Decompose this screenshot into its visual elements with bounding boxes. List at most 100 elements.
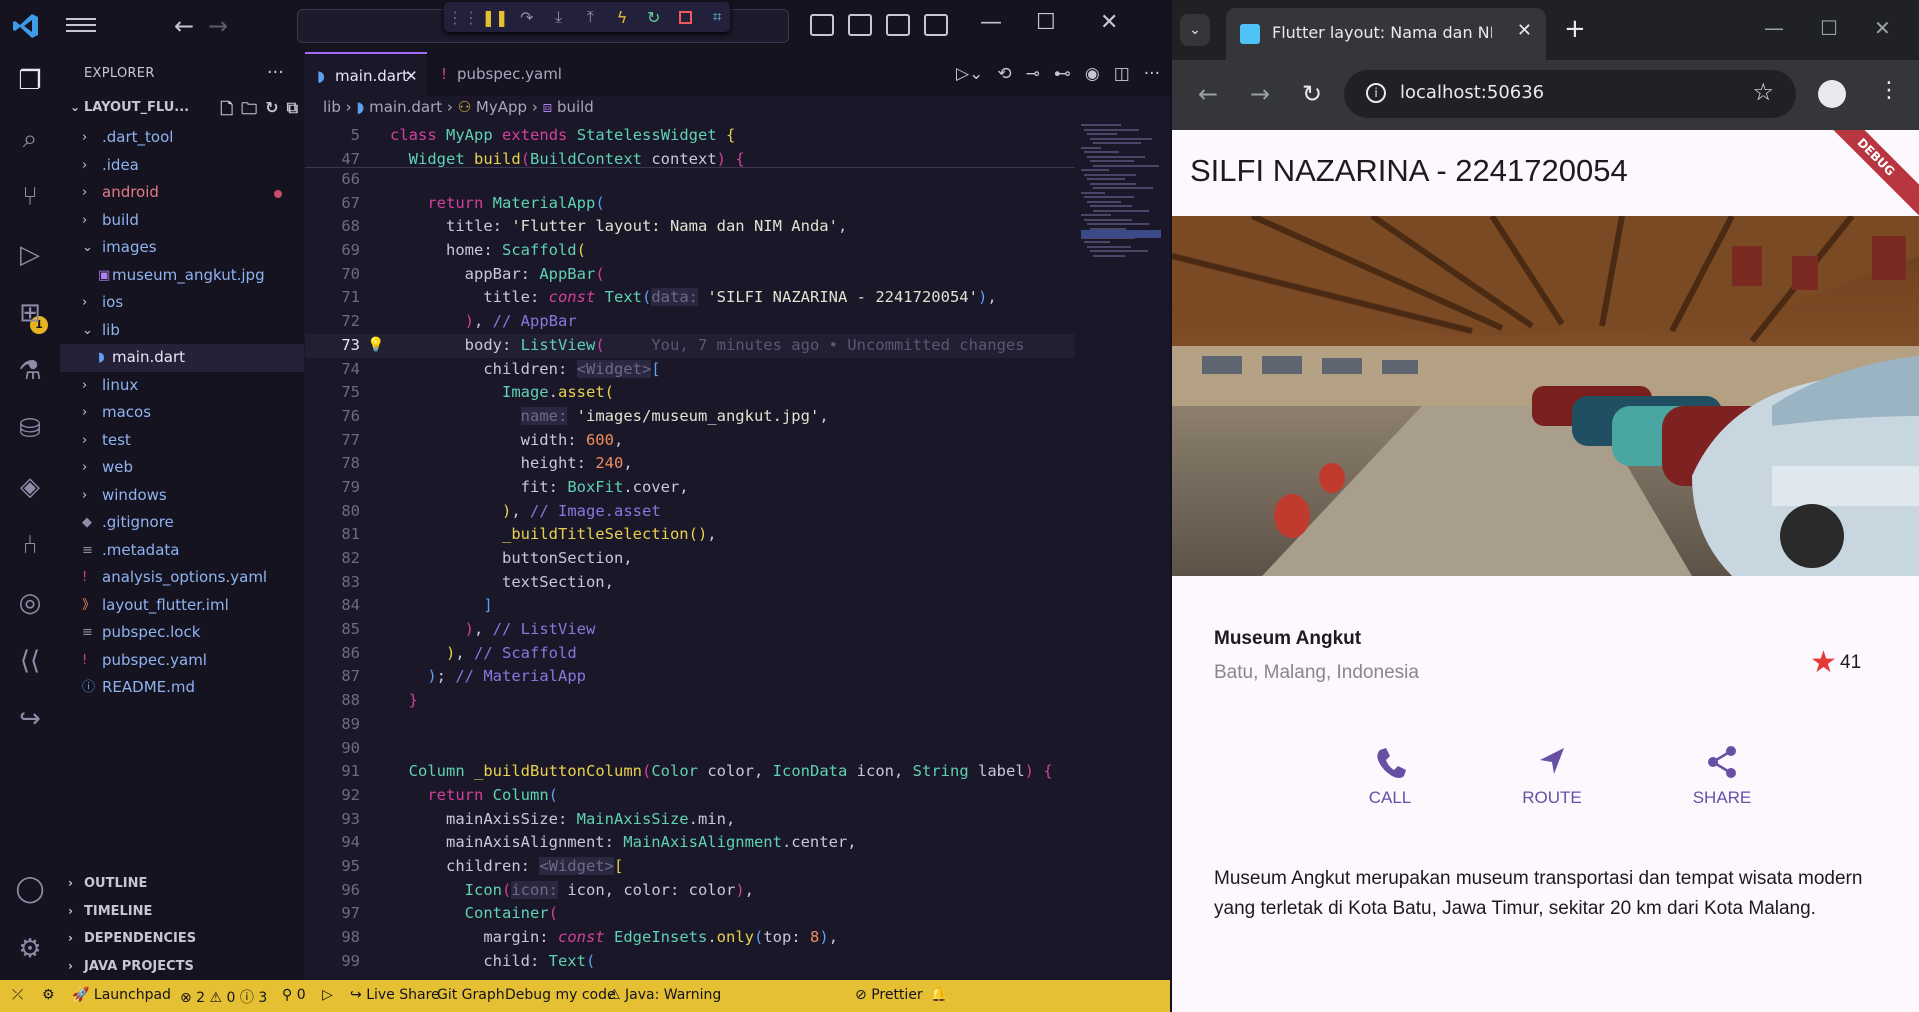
tree-item[interactable]: ⌄ images xyxy=(60,234,304,262)
site-info-icon[interactable]: i xyxy=(1366,83,1386,103)
testing-icon[interactable]: ⚗ xyxy=(15,356,45,386)
code-line[interactable]: 86 ), // Scaffold xyxy=(305,642,1075,666)
source-control-icon[interactable]: ⑂ xyxy=(15,182,45,212)
tree-item[interactable]: ◗ main.dart xyxy=(60,344,304,372)
sidebar-section[interactable]: › TIMELINE xyxy=(60,898,304,926)
run-icon[interactable]: ▷⌄ xyxy=(956,64,983,84)
run-debug-icon[interactable]: ▷ xyxy=(15,240,45,270)
tab-main-dart[interactable]: ◗ main.dart ✕ xyxy=(305,52,427,96)
breadcrumb-lib[interactable]: lib xyxy=(323,98,341,116)
live-share-item[interactable]: ↪ Live Share xyxy=(350,987,440,1003)
route-button[interactable]: ROUTE xyxy=(1492,740,1612,808)
breadcrumb-file[interactable]: main.dart xyxy=(369,98,442,116)
tree-item[interactable]: › build xyxy=(60,207,304,235)
toggle-panel-icon[interactable] xyxy=(848,14,872,36)
code-line[interactable]: 89 xyxy=(305,713,1075,737)
notifications-bell-icon[interactable]: 🔔 xyxy=(930,987,947,1003)
address-bar[interactable]: i localhost:50636 ☆ xyxy=(1344,70,1796,118)
reload-icon[interactable]: ↻ xyxy=(1302,80,1322,108)
close-window-icon[interactable]: ✕ xyxy=(1874,16,1891,40)
more-actions-icon[interactable]: ··· xyxy=(267,62,284,83)
code-line[interactable]: 70 appBar: AppBar( xyxy=(305,263,1075,287)
hot-reload-icon[interactable]: ϟ xyxy=(609,4,635,30)
pause-icon[interactable]: ❚❚ xyxy=(482,4,509,30)
breadcrumb-class[interactable]: MyApp xyxy=(476,98,527,116)
tree-item[interactable]: › test xyxy=(60,427,304,455)
tree-item[interactable]: ≡ .metadata xyxy=(60,537,304,565)
breadcrumb-method[interactable]: build xyxy=(557,98,594,116)
code-line[interactable]: 91 Column _buildButtonColumn(Color color… xyxy=(305,760,1075,784)
call-button[interactable]: CALL xyxy=(1330,740,1450,808)
run-item-icon[interactable]: ▷ xyxy=(322,987,333,1003)
toggle-secondary-sidebar-icon[interactable] xyxy=(886,14,910,36)
code-line[interactable]: 87 ); // MaterialApp xyxy=(305,665,1075,689)
tab-search-chevron-icon[interactable]: ⌄ xyxy=(1180,14,1210,46)
launchpad-item[interactable]: 🚀 Launchpad xyxy=(72,987,171,1003)
remote-explorer-icon[interactable]: ◎ xyxy=(15,588,45,618)
new-tab-plus-icon[interactable]: + xyxy=(1564,14,1586,44)
code-line[interactable]: 93 mainAxisSize: MainAxisSize.min, xyxy=(305,808,1075,832)
share-button[interactable]: SHARE xyxy=(1662,740,1782,808)
code-line[interactable]: 82 buttonSection, xyxy=(305,547,1075,571)
chrome-tab[interactable]: Flutter layout: Nama dan NIM Anda ✕ xyxy=(1226,8,1546,60)
menu-icon[interactable] xyxy=(66,14,96,38)
back-arrow-icon[interactable]: ← xyxy=(174,12,194,40)
flutter-devtools-icon[interactable]: ◉ xyxy=(1085,64,1100,84)
close-window-icon[interactable]: ✕ xyxy=(1100,10,1118,35)
problems-item[interactable]: ⊗ 2 ⚠ 0 ⓘ 3 xyxy=(180,987,267,1007)
code-line[interactable]: 80 ), // Image.asset xyxy=(305,500,1075,524)
code-line[interactable]: 92 return Column( xyxy=(305,784,1075,808)
code-line[interactable]: 75 Image.asset( xyxy=(305,381,1075,405)
code-line[interactable]: 88 } xyxy=(305,689,1075,713)
tree-item[interactable]: ! pubspec.yaml xyxy=(60,647,304,675)
sidebar-section[interactable]: › OUTLINE xyxy=(60,870,304,898)
minimap-viewport[interactable] xyxy=(1081,230,1161,238)
search-icon[interactable]: ⌕ xyxy=(15,124,45,154)
next-change-icon[interactable]: ⊷ xyxy=(1054,64,1071,84)
code-line[interactable]: 66 xyxy=(305,168,1075,192)
code-line[interactable]: 95 children: <Widget>[ xyxy=(305,855,1075,879)
code-line[interactable]: 72 ), // AppBar xyxy=(305,310,1075,334)
tree-item[interactable]: ! analysis_options.yaml xyxy=(60,564,304,592)
minimize-icon[interactable]: — xyxy=(980,10,1002,35)
accounts-icon[interactable]: ◯ xyxy=(15,874,45,904)
stop-icon[interactable] xyxy=(673,4,699,30)
code-line[interactable]: 90 xyxy=(305,737,1075,761)
tree-item[interactable]: › macos xyxy=(60,399,304,427)
close-tab-icon[interactable]: ✕ xyxy=(405,54,418,98)
code-line[interactable]: 96 Icon(icon: icon, color: color), xyxy=(305,879,1075,903)
tree-item[interactable]: ▣ museum_angkut.jpg xyxy=(60,262,304,290)
database-icon[interactable]: ⛁ xyxy=(15,414,45,444)
code-line[interactable]: 69 home: Scaffold( xyxy=(305,239,1075,263)
tree-item[interactable]: ≡ pubspec.lock xyxy=(60,619,304,647)
open-changes-icon[interactable]: ⟲ xyxy=(997,64,1011,84)
debug-icon[interactable]: ⚙ xyxy=(42,987,55,1003)
code-line[interactable]: 94 mainAxisAlignment: MainAxisAlignment.… xyxy=(305,831,1075,855)
tree-item[interactable]: › .dart_tool xyxy=(60,124,304,152)
tree-item[interactable]: › web xyxy=(60,454,304,482)
code-line[interactable]: 74 children: <Widget>[ xyxy=(305,358,1075,382)
tree-item[interactable]: ⓘ README.md xyxy=(60,674,304,702)
code-line[interactable]: 71 title: const Text(data: 'SILFI NAZARI… xyxy=(305,286,1075,310)
refresh-icon[interactable]: ↻ xyxy=(265,98,278,125)
customize-layout-icon[interactable] xyxy=(924,14,948,36)
tree-item[interactable]: › .idea xyxy=(60,152,304,180)
new-file-icon[interactable]: 🗋 xyxy=(220,98,233,125)
sidebar-section[interactable]: › JAVA PROJECTS xyxy=(60,953,304,981)
code-line[interactable]: 81 _buildTitleSelection(), xyxy=(305,523,1075,547)
tab-pubspec-yaml[interactable]: ! pubspec.yaml xyxy=(427,52,587,96)
chrome-menu-icon[interactable]: ⋮ xyxy=(1878,78,1900,103)
project-header[interactable]: ⌄ LAYOUT_FLU... 🗋 🗀 ↻ ⧉ xyxy=(70,98,304,120)
sidebar-section[interactable]: › DEPENDENCIES xyxy=(60,925,304,953)
lightbulb-icon[interactable]: 💡 xyxy=(367,334,384,358)
tree-item[interactable]: ◆ .gitignore xyxy=(60,509,304,537)
maximize-icon[interactable]: ☐ xyxy=(1820,16,1838,40)
tree-item[interactable]: › linux xyxy=(60,372,304,400)
ports-item[interactable]: ⚲ 0 xyxy=(282,987,306,1003)
code-line[interactable]: 78 height: 240, xyxy=(305,452,1075,476)
minimap[interactable] xyxy=(1081,124,1161,264)
tree-item[interactable]: 》 layout_flutter.iml xyxy=(60,592,304,620)
maximize-icon[interactable]: ☐ xyxy=(1036,10,1056,35)
prev-change-icon[interactable]: ⊸ xyxy=(1026,64,1040,84)
toggle-sidebar-icon[interactable] xyxy=(810,14,834,36)
